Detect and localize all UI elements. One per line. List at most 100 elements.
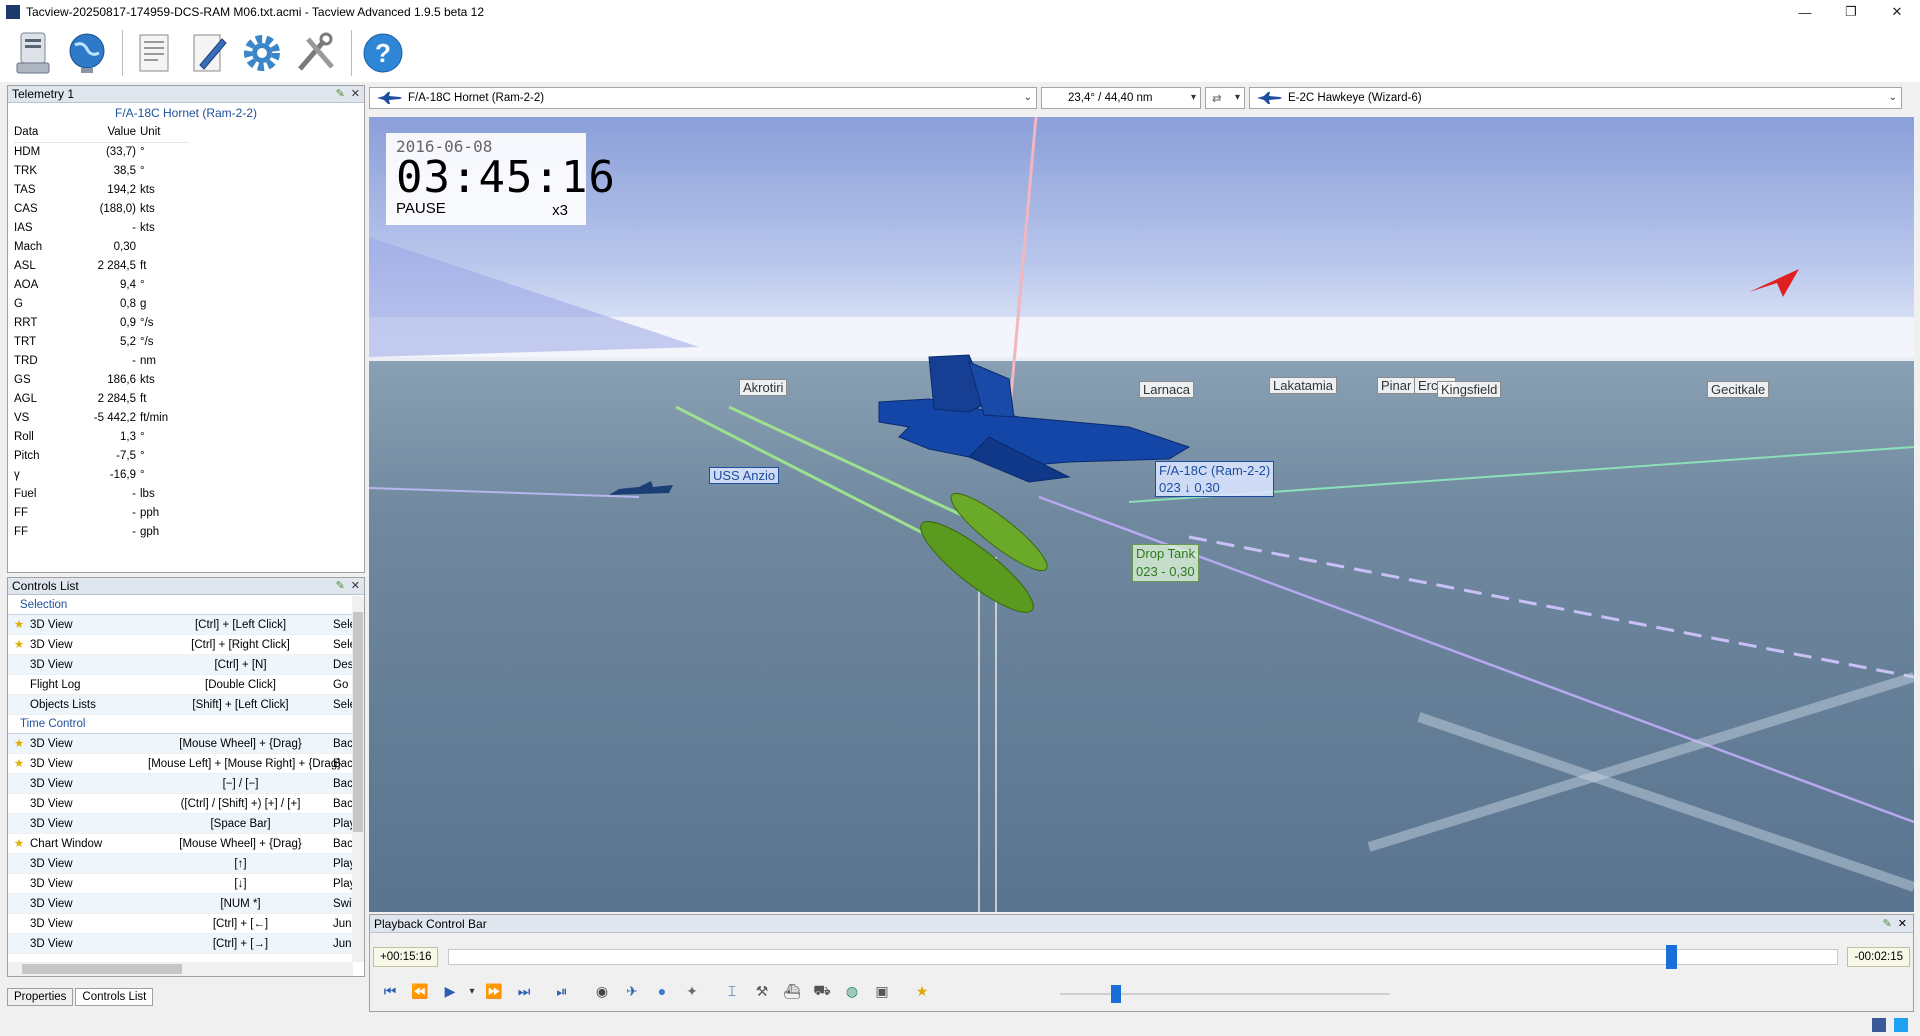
airport-label-lakatamia[interactable]: Lakatamia bbox=[1269, 377, 1337, 394]
controls-list-row[interactable]: 3D View [Ctrl] + [N] Des bbox=[8, 655, 353, 675]
camera-globe-icon[interactable]: ● bbox=[648, 977, 676, 1005]
controls-list-row[interactable]: 3D View ([Ctrl] / [Shift] +) [+] / [+] Bac bbox=[8, 794, 353, 814]
bookmarks-icon[interactable]: ★ bbox=[908, 977, 936, 1005]
skip-to-end-button[interactable]: ⏭ bbox=[510, 977, 538, 1005]
airport-label-gecitkale[interactable]: Gecitkale bbox=[1707, 381, 1770, 398]
horizontal-scrollbar[interactable] bbox=[8, 962, 353, 976]
telemetry-unit-cell: °/s bbox=[140, 335, 154, 348]
star-placeholder bbox=[8, 814, 30, 833]
star-icon: ★ bbox=[13, 738, 25, 750]
controls-section-header[interactable]: Time Control bbox=[8, 715, 353, 734]
scrollbar-thumb[interactable] bbox=[22, 964, 182, 974]
drop-tank-label[interactable]: Drop Tank 023 - 0,30 bbox=[1132, 544, 1200, 582]
close-icon[interactable]: ✕ bbox=[351, 579, 360, 592]
telemetry-row: VS -5 442,2 ft/min bbox=[14, 408, 189, 427]
column-header-value[interactable]: Value bbox=[80, 123, 140, 143]
fast-forward-button[interactable]: ⏩ bbox=[480, 977, 508, 1005]
close-icon[interactable]: ✕ bbox=[351, 87, 360, 100]
pin-icon[interactable]: ✎ bbox=[336, 579, 345, 592]
skip-to-start-button[interactable]: ⏮ bbox=[376, 977, 404, 1005]
control-context: 3D View bbox=[30, 758, 73, 770]
scrollbar-thumb[interactable] bbox=[353, 612, 363, 832]
play-button[interactable]: ▶ bbox=[436, 977, 464, 1005]
timeline-thumb[interactable] bbox=[1666, 945, 1678, 969]
camera-external-icon[interactable]: ✈ bbox=[618, 977, 646, 1005]
telemetry-row: TRT 5,2 °/s bbox=[14, 332, 189, 351]
airport-label-pinarbasi[interactable]: Pinar bbox=[1377, 377, 1416, 394]
settings-button[interactable] bbox=[237, 28, 287, 78]
3d-view[interactable]: 2016-06-08 03:45:16 PAUSE x3 Akrotiri La… bbox=[369, 117, 1914, 912]
controls-list-row[interactable]: ★ 3D View [Ctrl] + [Left Click] Sele bbox=[8, 615, 353, 635]
camera-cockpit-icon[interactable]: ◉ bbox=[588, 977, 616, 1005]
telemetry-panel: Telemetry 1 ✎ ✕ F/A-18C Hornet (Ram-2-2) … bbox=[7, 85, 365, 573]
restore-button[interactable]: ❐ bbox=[1828, 0, 1874, 24]
airport-label-kingsfield[interactable]: Kingsfield bbox=[1437, 381, 1502, 398]
twitter-icon[interactable] bbox=[1894, 1018, 1908, 1032]
column-header-unit[interactable]: Unit bbox=[140, 123, 189, 143]
close-icon[interactable]: ✕ bbox=[1898, 915, 1907, 933]
telemetry-value-cell: 0,8 bbox=[120, 297, 136, 310]
pin-icon[interactable]: ✎ bbox=[336, 87, 345, 100]
tools-button[interactable] bbox=[291, 28, 341, 78]
controls-list-row[interactable]: 3D View [NUM *] Swi bbox=[8, 894, 353, 914]
camera-satellite-icon[interactable]: ✦ bbox=[678, 977, 706, 1005]
timeline-slider[interactable] bbox=[448, 949, 1838, 965]
ships-icon[interactable]: ⛟ bbox=[808, 977, 836, 1005]
labels-icon[interactable]: ⚒ bbox=[748, 977, 776, 1005]
controls-list-row[interactable]: 3D View [Ctrl] + [←] Jun bbox=[8, 914, 353, 934]
close-button[interactable]: ✕ bbox=[1874, 0, 1920, 24]
telemetry-unit-cell: gph bbox=[140, 525, 160, 538]
telemetry-data-cell: CAS bbox=[14, 202, 38, 215]
tab-properties[interactable]: Properties bbox=[7, 988, 74, 1006]
bearing-range-select[interactable]: 23,4° / 44,40 nm ▾ bbox=[1041, 87, 1201, 109]
altitude-scale-icon[interactable]: ⌶ bbox=[718, 977, 746, 1005]
screenshot-icon[interactable]: ▣ bbox=[868, 977, 896, 1005]
controls-list-row[interactable]: ★ 3D View [Mouse Wheel] + {Drag} Bac bbox=[8, 734, 353, 754]
help-button[interactable]: ? bbox=[358, 28, 408, 78]
telemetry-data-cell: TRK bbox=[14, 164, 37, 177]
controls-list-row[interactable]: ★ 3D View [Mouse Left] + [Mouse Right] + {… bbox=[8, 754, 353, 774]
control-action: Bac bbox=[333, 838, 353, 850]
airport-label-larnaca[interactable]: Larnaca bbox=[1139, 381, 1194, 398]
secondary-object-select[interactable]: E-2C Hawkeye (Wizard-6) ⌄ bbox=[1249, 87, 1902, 109]
rewind-button[interactable]: ⏪ bbox=[406, 977, 434, 1005]
telemetry-data-cell: TAS bbox=[14, 183, 36, 196]
playback-speed-slider[interactable] bbox=[1060, 993, 1390, 995]
vertical-scrollbar[interactable] bbox=[352, 596, 364, 962]
hud-time: 03:45:16 bbox=[396, 152, 616, 203]
airport-label-akrotiri[interactable]: Akrotiri bbox=[739, 379, 788, 396]
swap-objects-button[interactable]: ⇄ ▾ bbox=[1205, 87, 1245, 109]
play-options-dropdown[interactable]: ▾ bbox=[466, 977, 478, 1005]
controls-list-row[interactable]: ★ Chart Window [Mouse Wheel] + {Drag} Bac bbox=[8, 834, 353, 854]
globe-button[interactable] bbox=[62, 28, 112, 78]
chevron-down-icon: ⌄ bbox=[1023, 92, 1032, 103]
controls-list-row[interactable]: 3D View [Ctrl] + [→] Jun bbox=[8, 934, 353, 954]
playback-speed-thumb[interactable] bbox=[1111, 985, 1122, 1003]
controls-list-row[interactable]: 3D View [−] / [−] Bac bbox=[8, 774, 353, 794]
document-button[interactable] bbox=[129, 28, 179, 78]
pin-icon[interactable]: ✎ bbox=[1883, 915, 1892, 933]
aircraft-label[interactable]: F/A-18C (Ram-2-2) 023 ↓ 0,30 bbox=[1155, 461, 1275, 497]
ship-label[interactable]: USS Anzio bbox=[709, 467, 780, 484]
controls-list-row[interactable]: Objects Lists [Shift] + [Left Click] Sele bbox=[8, 695, 353, 715]
telemetry-unit-cell: ft bbox=[140, 259, 147, 272]
column-header-data[interactable]: Data bbox=[14, 123, 80, 143]
controls-section-header[interactable]: Selection bbox=[8, 596, 353, 615]
controls-list-row[interactable]: 3D View [↓] Play bbox=[8, 874, 353, 894]
controls-list-row[interactable]: 3D View [↑] Play bbox=[8, 854, 353, 874]
controls-list-row[interactable]: Flight Log [Double Click] Go bbox=[8, 675, 353, 695]
facebook-icon[interactable] bbox=[1872, 1018, 1886, 1032]
terrain-icon[interactable]: ◍ bbox=[838, 977, 866, 1005]
minimize-button[interactable]: — bbox=[1782, 0, 1828, 24]
telemetry-value-cell: -7,5 bbox=[116, 449, 136, 462]
controls-list-row[interactable]: ★ 3D View [Ctrl] + [Right Click] Sele bbox=[8, 635, 353, 655]
edit-button[interactable] bbox=[183, 28, 233, 78]
controls-list-row[interactable]: 3D View [Space Bar] Play bbox=[8, 814, 353, 834]
control-shortcut: [Double Click] bbox=[205, 679, 276, 691]
recorder-button[interactable] bbox=[8, 28, 58, 78]
star-placeholder bbox=[8, 854, 30, 873]
objects-filter-icon[interactable]: ⛴ bbox=[778, 977, 806, 1005]
primary-object-select[interactable]: F/A-18C Hornet (Ram-2-2) ⌄ bbox=[369, 87, 1037, 109]
tab-controls-list[interactable]: Controls List bbox=[75, 988, 154, 1006]
loop-button[interactable]: ⏯ bbox=[548, 977, 576, 1005]
